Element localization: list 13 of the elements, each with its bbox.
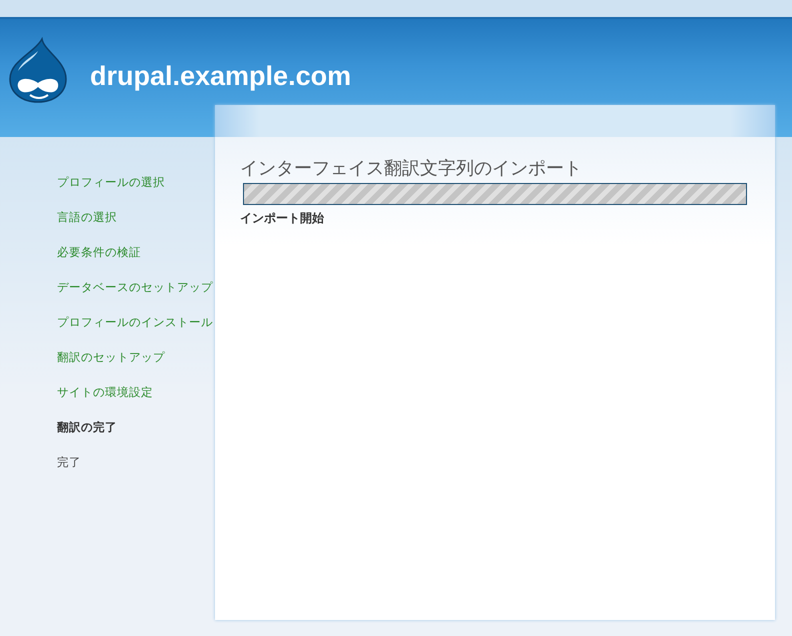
drupal-drop-logo [8,37,68,103]
install-step: 翻訳のセットアップ [57,349,215,366]
page-title: インターフェイス翻訳文字列のインポート [240,157,583,181]
site-name: drupal.example.com [90,61,352,92]
install-step: 完了 [57,454,215,471]
progress-message: インポート開始 [240,210,325,227]
install-step: プロフィールのインストール [57,314,215,331]
install-step: 必要条件の検証 [57,244,215,261]
install-step: プロフィールの選択 [57,174,215,191]
install-step: サイトの環境設定 [57,384,215,401]
install-step: 言語の選択 [57,209,215,226]
install-step: データベースのセットアップ [57,279,215,296]
install-step: 翻訳の完了 [57,419,215,436]
